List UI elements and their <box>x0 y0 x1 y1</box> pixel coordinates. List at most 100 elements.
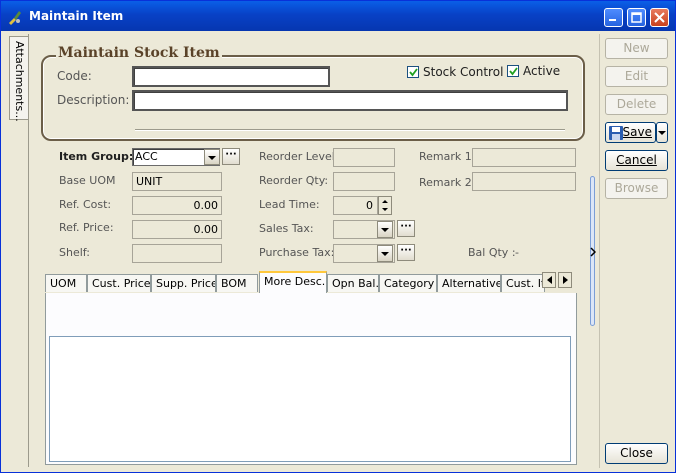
lead-time-spinner[interactable] <box>378 196 392 215</box>
tab-label: Supp. Price <box>156 277 216 290</box>
tab-label: Cust. Item <box>506 277 544 290</box>
reorder-qty-label: Reorder Qty: <box>259 174 329 187</box>
sales-tax-label: Sales Tax: <box>259 222 314 235</box>
chevron-right-icon <box>563 276 568 284</box>
browse-button[interactable]: Browse <box>605 178 668 199</box>
tab-bom[interactable]: BOM <box>216 274 258 292</box>
close-icon <box>654 12 665 23</box>
check-icon <box>509 67 518 76</box>
chevron-down-icon <box>658 131 666 135</box>
tab-scroll-left-button[interactable] <box>542 272 556 288</box>
ref-price-field[interactable]: 0.00 <box>132 220 222 239</box>
bal-qty-label: Bal Qty : <box>468 246 516 259</box>
code-input[interactable] <box>132 66 330 87</box>
new-button-label: New <box>623 41 650 55</box>
cancel-button[interactable]: Cancel <box>605 150 668 171</box>
ellipsis-icon: ··· <box>400 245 412 256</box>
ref-price-label: Ref. Price: <box>59 221 114 234</box>
tab-uom[interactable]: UOM <box>45 274 87 292</box>
lead-time-label: Lead Time: <box>259 198 320 211</box>
tab-alternative[interactable]: Alternative <box>437 274 501 292</box>
ref-cost-label: Ref. Cost: <box>59 198 112 211</box>
title-bar: Maintain Item <box>1 1 675 31</box>
tab-supp-price[interactable]: Supp. Price <box>151 274 216 292</box>
tab-label: More Desc. <box>264 275 326 288</box>
maintain-item-window: Maintain Item Attachments... Maintain St… <box>0 0 676 473</box>
save-options-dropdown-button[interactable] <box>656 122 668 143</box>
item-group-value: ACC <box>135 150 158 163</box>
tab-more-desc[interactable]: More Desc. <box>259 271 327 294</box>
app-icon <box>9 11 21 25</box>
minimize-icon <box>609 19 616 21</box>
bal-qty-value: - <box>515 246 519 259</box>
lead-time-field[interactable]: 0 <box>333 196 378 215</box>
tab-label: Opn Bal. <box>332 277 379 290</box>
more-desc-memo[interactable] <box>49 336 571 462</box>
reorder-qty-field[interactable] <box>333 172 395 191</box>
active-label: Active <box>523 64 561 78</box>
sales-tax-lookup-button[interactable]: ··· <box>397 220 415 237</box>
left-divider <box>28 34 29 467</box>
chevron-down-icon <box>381 228 389 232</box>
floppy-disk-icon <box>609 126 623 140</box>
item-group-label: Item Group: <box>59 150 134 163</box>
remark2-label: Remark 2: <box>419 176 476 189</box>
chevron-down-icon <box>208 156 216 160</box>
remark1-label: Remark 1: <box>419 150 476 163</box>
edit-button-label: Edit <box>624 69 649 83</box>
tab-label: Cust. Price <box>92 277 151 290</box>
description-input[interactable] <box>132 90 568 111</box>
attachments-tab-label: Attachments... <box>13 41 26 122</box>
sales-tax-dropdown-button[interactable] <box>377 221 393 238</box>
close-button[interactable]: Close <box>605 443 668 464</box>
purchase-tax-label: Purchase Tax: <box>259 246 335 259</box>
save-button[interactable]: Save <box>605 122 656 143</box>
base-uom-field[interactable]: UNIT <box>132 172 222 191</box>
chevron-right-icon[interactable] <box>590 247 596 257</box>
shelf-field[interactable] <box>132 244 222 263</box>
tab-cust-price[interactable]: Cust. Price <box>87 274 151 292</box>
new-button[interactable]: New <box>605 38 668 59</box>
purchase-tax-lookup-button[interactable]: ··· <box>397 244 415 261</box>
tab-label: BOM <box>221 277 247 290</box>
browse-button-label: Browse <box>614 181 659 195</box>
tab-category[interactable]: Category <box>379 274 437 292</box>
shelf-label: Shelf: <box>59 246 90 259</box>
spin-up-down-icon <box>382 200 388 211</box>
item-group-lookup-button[interactable]: ··· <box>222 148 240 165</box>
maximize-button[interactable] <box>627 8 646 27</box>
ref-cost-field[interactable]: 0.00 <box>132 196 222 215</box>
save-button-label: Save <box>622 125 652 139</box>
remark2-field[interactable] <box>472 172 576 191</box>
code-label: Code: <box>57 69 92 83</box>
attachments-tab[interactable]: Attachments... <box>9 36 28 122</box>
minimize-button[interactable] <box>604 8 623 27</box>
remark1-field[interactable] <box>472 148 576 167</box>
delete-button-label: Delete <box>616 97 657 111</box>
reorder-level-field[interactable] <box>333 148 395 167</box>
delete-button[interactable]: Delete <box>605 94 668 115</box>
active-checkbox[interactable] <box>507 65 519 77</box>
item-group-dropdown-button[interactable] <box>204 149 220 165</box>
tab-label: Category <box>384 277 435 290</box>
ellipsis-icon: ··· <box>400 221 412 232</box>
description-label: Description: <box>57 93 130 107</box>
maximize-icon <box>631 12 642 23</box>
base-uom-label: Base UOM <box>59 174 116 187</box>
chevron-left-icon <box>547 276 552 284</box>
tab-opn-bal[interactable]: Opn Bal. <box>327 274 379 292</box>
detail-tabs: UOM Cust. Price Supp. Price BOM More Des… <box>45 271 577 294</box>
purchase-tax-dropdown-button[interactable] <box>377 245 393 262</box>
tab-label: UOM <box>50 277 77 290</box>
window-title: Maintain Item <box>29 9 124 23</box>
reorder-level-label: Reorder Level: <box>259 150 339 163</box>
stock-control-label: Stock Control <box>423 65 504 79</box>
cancel-button-label: Cancel <box>616 153 657 167</box>
close-window-button[interactable] <box>650 8 669 27</box>
stock-control-checkbox[interactable] <box>407 66 419 78</box>
tab-scroll-right-button[interactable] <box>558 272 572 288</box>
group-title: Maintain Stock Item <box>56 45 222 61</box>
edit-button[interactable]: Edit <box>605 66 668 87</box>
ellipsis-icon: ··· <box>225 149 237 160</box>
tab-cust-item[interactable]: Cust. Item <box>501 274 545 292</box>
